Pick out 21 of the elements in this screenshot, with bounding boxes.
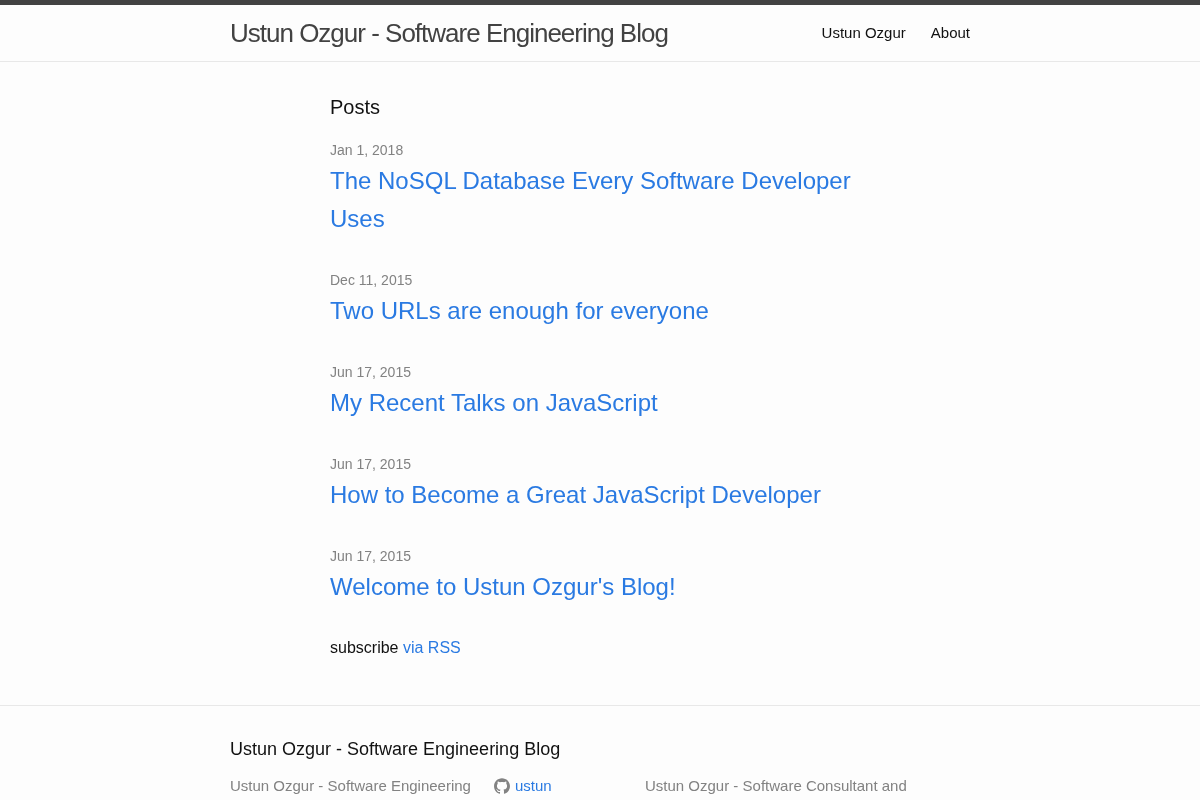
posts-heading: Posts [330, 95, 381, 120]
nav-link[interactable]: Ustun Ozgur [821, 21, 906, 45]
post-title-link[interactable]: How to Become a Great JavaScript Developer [330, 476, 821, 514]
site-title-link[interactable]: Ustun Ozgur - Software Engineering Blog [230, 5, 668, 61]
footer-bio: Ustun Ozgur - Software Consultant and [645, 777, 907, 795]
post-date: Jun 17, 2015 [330, 363, 411, 382]
nav-link[interactable]: About [930, 21, 970, 45]
footer-heading: Ustun Ozgur - Software Engineering Blog [230, 738, 561, 761]
github-icon [494, 778, 510, 794]
post-title-link[interactable]: My Recent Talks on JavaScript [330, 384, 658, 422]
rss-link[interactable]: via RSS [402, 639, 461, 656]
post-title-link[interactable]: The NoSQL Database Every Software Developer Uses [330, 162, 870, 238]
post-date: Jan 1, 2018 [330, 141, 404, 160]
footer-description: Ustun Ozgur - Software Engineering [230, 777, 471, 795]
post-title-link[interactable]: Two URLs are enough for everyone [330, 292, 709, 330]
post-date: Jun 17, 2015 [330, 547, 411, 566]
post-title-link[interactable]: Welcome to Ustun Ozgur's Blog! [330, 568, 676, 606]
github-link[interactable]: ustun [494, 777, 552, 795]
post-date: Dec 11, 2015 [330, 271, 413, 290]
post-date: Jun 17, 2015 [330, 455, 411, 474]
subscribe-text: subscribe via RSS [330, 638, 461, 658]
